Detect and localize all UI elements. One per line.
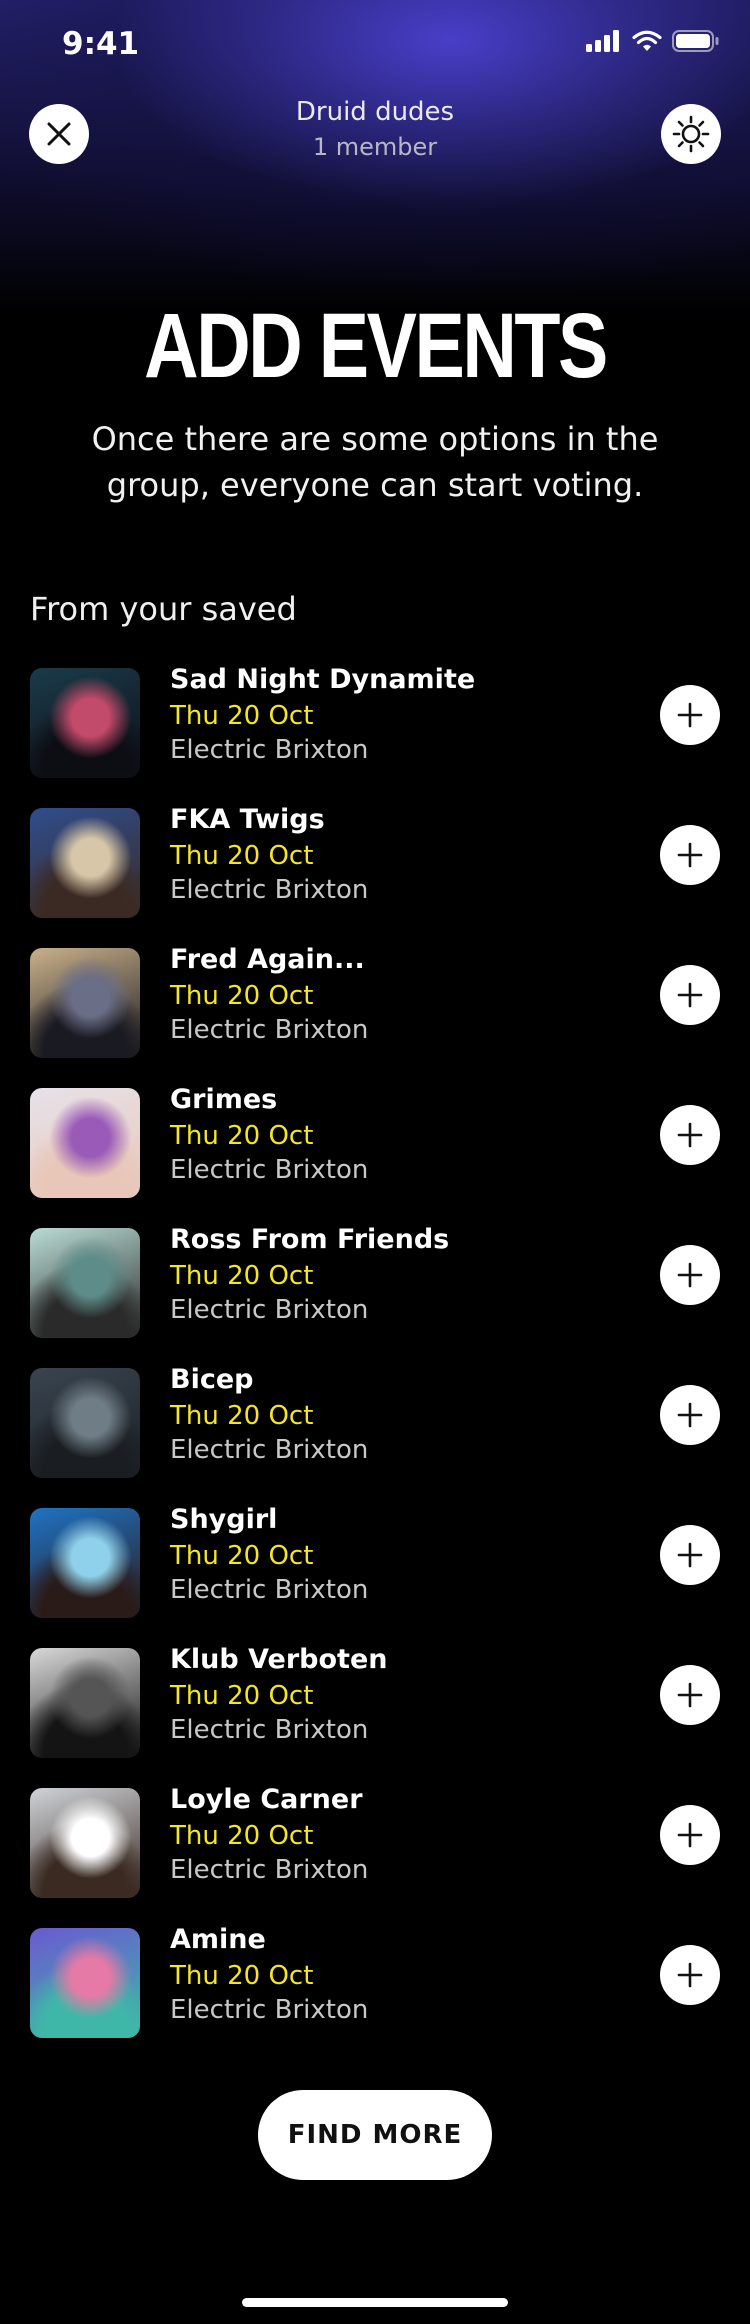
- event-date: Thu 20 Oct: [170, 1541, 314, 1571]
- event-name: Shygirl: [170, 1504, 278, 1535]
- event-venue: Electric Brixton: [170, 1295, 369, 1325]
- event-venue: Electric Brixton: [170, 1155, 369, 1185]
- event-name: Loyle Carner: [170, 1784, 363, 1815]
- event-thumbnail: [30, 1508, 140, 1618]
- event-venue: Electric Brixton: [170, 1015, 369, 1045]
- section-label-saved: From your saved: [30, 590, 297, 628]
- event-row: Ross From Friends Thu 20 Oct Electric Brix…: [0, 1218, 750, 1358]
- add-event-button[interactable]: [660, 1665, 720, 1725]
- plus-icon: [677, 1682, 703, 1708]
- event-thumbnail: [30, 808, 140, 918]
- battery-icon: [672, 30, 719, 52]
- plus-icon: [677, 1402, 703, 1428]
- event-row: Sad Night Dynamite Thu 20 Oct Electric Bri…: [0, 658, 750, 798]
- plus-icon: [677, 1122, 703, 1148]
- event-thumbnail: [30, 1088, 140, 1198]
- plus-icon: [677, 1262, 703, 1288]
- group-name: Druid dudes: [295, 97, 455, 127]
- event-date: Thu 20 Oct: [170, 1401, 314, 1431]
- event-thumbnail: [30, 948, 140, 1058]
- event-venue: Electric Brixton: [170, 735, 369, 765]
- event-thumbnail: [30, 1648, 140, 1758]
- event-thumbnail: [30, 1788, 140, 1898]
- event-row: Amine Thu 20 Oct Electric Brixton: [0, 1918, 750, 2058]
- event-name: Sad Night Dynamite: [170, 664, 476, 695]
- event-row: Klub Verboten Thu 20 Oct Electric Brixton: [0, 1638, 750, 1778]
- event-row: FKA Twigs Thu 20 Oct Electric Brixton: [0, 798, 750, 938]
- event-date: Thu 20 Oct: [170, 1261, 314, 1291]
- add-event-button[interactable]: [660, 1385, 720, 1445]
- plus-icon: [677, 1962, 703, 1988]
- plus-icon: [677, 1542, 703, 1568]
- event-date: Thu 20 Oct: [170, 1121, 314, 1151]
- event-venue: Electric Brixton: [170, 875, 369, 905]
- gear-icon: [672, 115, 710, 153]
- plus-icon: [677, 1822, 703, 1848]
- add-event-button[interactable]: [660, 1245, 720, 1305]
- add-event-button[interactable]: [660, 685, 720, 745]
- status-icons: [586, 30, 720, 52]
- plus-icon: [677, 702, 703, 728]
- event-name: FKA Twigs: [170, 804, 325, 835]
- event-venue: Electric Brixton: [170, 1855, 369, 1885]
- event-row: Grimes Thu 20 Oct Electric Brixton: [0, 1078, 750, 1218]
- event-name: Amine: [170, 1924, 266, 1955]
- event-row: Fred Again... Thu 20 Oct Electric Brixton: [0, 938, 750, 1078]
- event-name: Grimes: [170, 1084, 278, 1115]
- event-venue: Electric Brixton: [170, 1575, 369, 1605]
- event-name: Klub Verboten: [170, 1644, 388, 1675]
- add-event-button[interactable]: [660, 1105, 720, 1165]
- signal-icon: [586, 30, 619, 52]
- event-date: Thu 20 Oct: [170, 1681, 314, 1711]
- add-event-button[interactable]: [660, 1945, 720, 2005]
- wifi-icon: [632, 30, 662, 51]
- settings-button[interactable]: [661, 104, 721, 164]
- event-row: Loyle Carner Thu 20 Oct Electric Brixton: [0, 1778, 750, 1918]
- add-event-button[interactable]: [660, 1805, 720, 1865]
- page-subtitle: Once there are some options in the group…: [91, 420, 659, 504]
- add-event-button[interactable]: [660, 825, 720, 885]
- group-header: Druid dudes 1 member: [0, 90, 750, 180]
- event-date: Thu 20 Oct: [170, 981, 314, 1011]
- event-thumbnail: [30, 668, 140, 778]
- member-count: 1 member: [312, 133, 438, 161]
- event-thumbnail: [30, 1368, 140, 1478]
- status-bar: 9:41: [0, 0, 750, 90]
- page-title: ADD EVENTS: [144, 295, 608, 397]
- home-indicator: [242, 2298, 508, 2307]
- event-name: Bicep: [170, 1364, 254, 1395]
- event-name: Ross From Friends: [170, 1224, 450, 1255]
- event-venue: Electric Brixton: [170, 1715, 369, 1745]
- event-date: Thu 20 Oct: [170, 841, 314, 871]
- event-thumbnail: [30, 1928, 140, 2038]
- event-row: Shygirl Thu 20 Oct Electric Brixton: [0, 1498, 750, 1638]
- find-more-button[interactable]: FIND MORE: [258, 2090, 492, 2180]
- event-date: Thu 20 Oct: [170, 701, 314, 731]
- status-time: 9:41: [62, 26, 140, 62]
- event-row: Bicep Thu 20 Oct Electric Brixton: [0, 1358, 750, 1498]
- add-event-button[interactable]: [660, 1525, 720, 1585]
- add-event-button[interactable]: [660, 965, 720, 1025]
- event-venue: Electric Brixton: [170, 1435, 369, 1465]
- event-date: Thu 20 Oct: [170, 1961, 314, 1991]
- event-thumbnail: [30, 1228, 140, 1338]
- event-venue: Electric Brixton: [170, 1995, 369, 2025]
- event-name: Fred Again...: [170, 944, 365, 975]
- saved-events-list: Sad Night Dynamite Thu 20 Oct Electric Bri…: [0, 658, 750, 2058]
- plus-icon: [677, 842, 703, 868]
- plus-icon: [677, 982, 703, 1008]
- event-date: Thu 20 Oct: [170, 1821, 314, 1851]
